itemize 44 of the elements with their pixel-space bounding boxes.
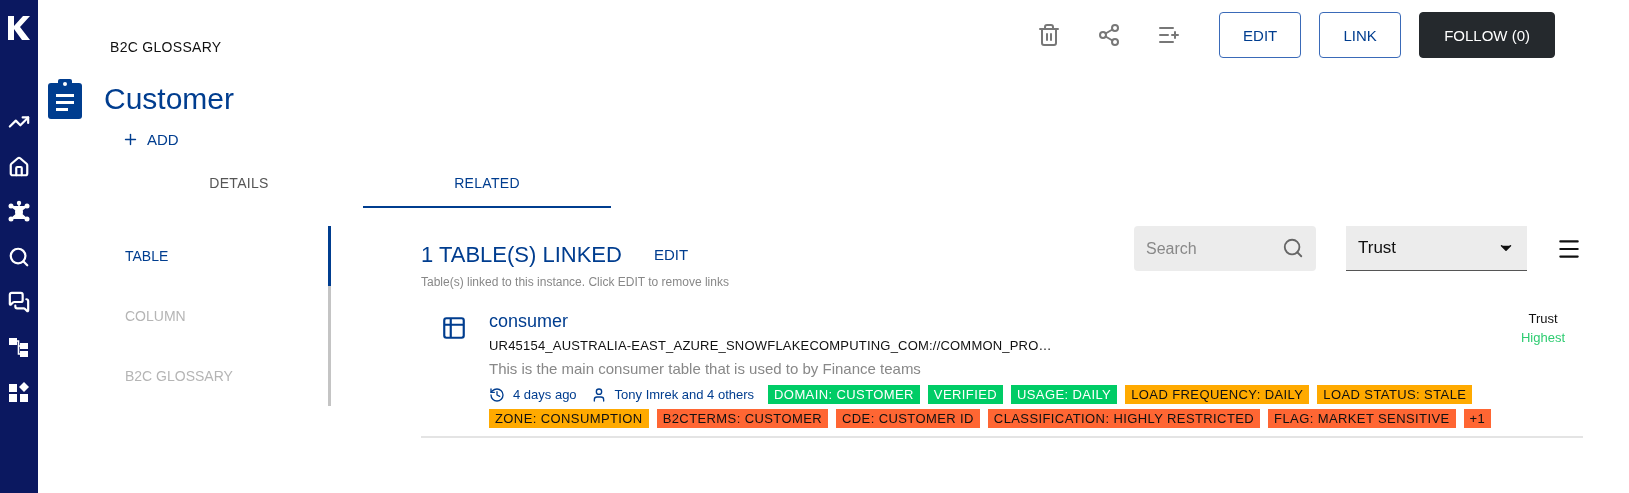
tag: B2CTERMS: CUSTOMER [656, 409, 828, 428]
result-path: UR45154_AUSTRALIA-EAST_AZURE_SNOWFLAKECOMPUTING_COM://COMMON_PRO… [489, 338, 1053, 353]
network-icon[interactable] [7, 200, 31, 224]
sort-select[interactable]: Trust [1346, 226, 1527, 271]
breadcrumb[interactable]: B2C GLOSSARY [110, 39, 1030, 55]
tag: CLASSIFICATION: HIGHLY RESTRICTED [987, 409, 1261, 428]
owners-link[interactable]: Tony Imrek and 4 others [614, 387, 755, 402]
search-field[interactable]: Search [1134, 226, 1316, 271]
hierarchy-icon[interactable] [7, 335, 31, 359]
tag: ZONE: CONSUMPTION [489, 409, 649, 428]
tag: LOAD STATUS: STALE [1317, 385, 1473, 404]
tab[interactable]: RELATED [363, 166, 611, 208]
tag: VERIFIED [927, 385, 1003, 404]
tag: USAGE: DAILY [1011, 385, 1118, 404]
add-button[interactable]: ADD [120, 127, 181, 152]
result-description: This is the main consumer table that is used to by Finance teams [489, 360, 922, 377]
tag: CDE: CUSTOMER ID [836, 409, 980, 428]
page-title: Customer [104, 82, 235, 116]
logo-icon[interactable] [6, 14, 32, 42]
plus-icon [122, 131, 139, 148]
table-icon [441, 315, 467, 341]
hint-text: Table(s) linked to this instance. Click EDIT to remove links [421, 275, 730, 289]
tag: LOAD FREQUENCY: DAILY [1125, 385, 1310, 404]
tag: +1 [1463, 409, 1492, 428]
updated-time: 4 days ago [513, 387, 577, 402]
widgets-icon[interactable] [7, 380, 31, 404]
tag: FLAG: MARKET SENSITIVE [1268, 409, 1456, 428]
section-heading: 1 TABLE(S) LINKED [421, 241, 622, 268]
clipboard-icon [48, 79, 82, 119]
search-icon[interactable] [7, 245, 31, 269]
result-title[interactable]: consumer [489, 311, 569, 332]
trust-label: Trust [1528, 311, 1558, 326]
follow-button[interactable]: FOLLOW (0) [1419, 12, 1555, 58]
search-icon [1282, 237, 1304, 259]
tab[interactable]: DETAILS [115, 166, 363, 208]
history-icon [489, 386, 505, 403]
home-icon[interactable] [7, 155, 31, 179]
tag: DOMAIN: CUSTOMER [768, 385, 920, 404]
trust-value: Highest [1520, 330, 1566, 345]
action-button[interactable]: LINK [1319, 12, 1402, 58]
chat-icon[interactable] [7, 290, 31, 314]
edit-link[interactable]: EDIT [651, 244, 691, 265]
action-button[interactable]: EDIT [1219, 12, 1302, 58]
nav-item[interactable]: TABLE [105, 226, 331, 286]
